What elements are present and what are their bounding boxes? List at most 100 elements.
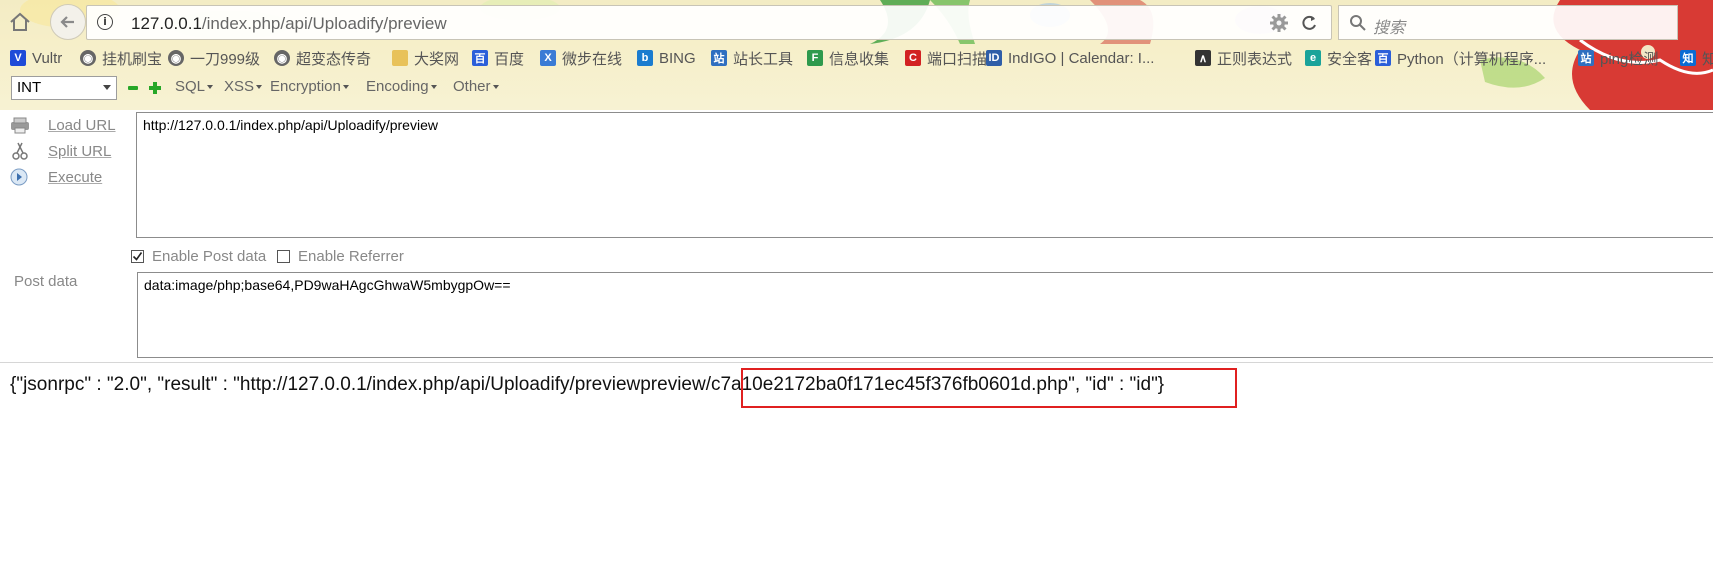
bookmark-item[interactable]: b BING	[637, 46, 696, 70]
caret-icon	[342, 85, 349, 90]
bing-icon: b	[637, 50, 653, 66]
bookmark-item[interactable]: 站站长工具	[711, 46, 793, 70]
divider	[0, 362, 1713, 363]
f-icon: F	[807, 50, 823, 66]
bookmark-label: 知	[1702, 50, 1713, 68]
enable-post-checkbox[interactable]: Enable Post data	[131, 248, 266, 265]
caret-icon	[492, 85, 499, 90]
url-host: 127.0.0.1	[131, 14, 202, 33]
baidu-icon: 百	[1375, 50, 1391, 66]
minus-icon[interactable]	[128, 86, 138, 90]
globe-icon: ◉	[80, 50, 96, 66]
checkbox-box[interactable]	[277, 250, 290, 263]
search-icon	[1350, 15, 1366, 31]
load-url-icon	[11, 117, 29, 134]
regex-icon: ∧	[1195, 50, 1211, 66]
chinaz-icon: 站	[711, 50, 727, 66]
globe-icon: ◉	[168, 50, 184, 66]
bookmark-item[interactable]: F 信息收集	[807, 46, 889, 70]
bookmark-item[interactable]: X 微步在线	[540, 46, 622, 70]
menu-xss[interactable]: XSS	[224, 78, 263, 95]
bookmark-label: Vultr	[32, 49, 63, 67]
menu-other-label: Other	[453, 78, 491, 95]
caret-icon	[256, 85, 263, 90]
bookmark-item[interactable]: 百 Python（计算机程序...	[1375, 46, 1546, 70]
split-url-label: Split URL	[48, 142, 112, 160]
bookmark-label: 超变态传奇	[296, 50, 372, 68]
bookmark-label: 微步在线	[562, 50, 623, 68]
plus-icon[interactable]	[149, 82, 161, 94]
bookmark-label: 一刀999级	[190, 50, 261, 68]
site-info-icon[interactable]: i	[97, 14, 113, 30]
bookmark-item[interactable]: ◉ 一刀999级	[168, 46, 260, 70]
chevron-down-icon	[103, 85, 111, 90]
bookmark-label: 信息收集	[829, 50, 890, 68]
chinaz-icon: 站	[1578, 50, 1594, 66]
address-bar[interactable]: i 127.0.0.1/index.php/api/Uploadify/prev…	[86, 5, 1332, 40]
split-url-button[interactable]: Split URL	[10, 140, 120, 162]
checkmark-icon	[132, 252, 143, 261]
bookmarks-toolbar: V Vultr ◉ 挂机刷宝 ◉ 一刀999级 ◉ 超变态传奇 大奖网百百度 X 微步在线 b BING…	[0, 46, 1713, 70]
zhihu-icon: 知	[1680, 50, 1696, 66]
menu-encryption[interactable]: Encryption	[270, 78, 349, 95]
bookmark-label: Python（计算机程序...	[1397, 50, 1547, 68]
baidu-icon: 百	[472, 50, 488, 66]
type-select-value: INT	[17, 79, 42, 96]
back-button[interactable]	[50, 4, 86, 40]
execute-label: Execute	[48, 168, 103, 186]
folder-icon	[392, 50, 408, 66]
bookmark-label: BING	[659, 49, 696, 67]
menu-encoding[interactable]: Encoding	[366, 78, 437, 95]
bookmark-item[interactable]: ◉ 超变态传奇	[274, 46, 371, 70]
load-url-label: Load URL	[48, 116, 116, 134]
bookmark-item[interactable]: ID IndIGO | Calendar: I...	[986, 46, 1154, 70]
bookmark-label: ping检测	[1600, 50, 1659, 68]
execute-button[interactable]: Execute	[10, 166, 120, 188]
scissors-icon	[12, 142, 28, 160]
menu-other[interactable]: Other	[453, 78, 499, 95]
bookmark-label: 大奖网	[414, 50, 460, 68]
menu-xss-label: XSS	[224, 78, 255, 95]
bookmark-label: 正则表达式	[1217, 50, 1293, 68]
navigation-bar: i 127.0.0.1/index.php/api/Uploadify/prev…	[0, 0, 1713, 44]
load-url-button[interactable]: Load URL	[10, 114, 120, 136]
checkbox-box[interactable]	[131, 250, 144, 263]
gear-icon[interactable]	[1269, 13, 1289, 33]
bookmark-label: 端口扫描	[927, 50, 988, 68]
menu-encryption-label: Encryption	[270, 78, 341, 95]
bookmark-item[interactable]: 站 ping检测	[1578, 46, 1658, 70]
caret-icon	[430, 85, 437, 90]
bookmark-item[interactable]: C 端口扫描	[905, 46, 987, 70]
bookmark-item[interactable]: ∧ 正则表达式	[1195, 46, 1292, 70]
home-icon[interactable]	[8, 11, 32, 33]
address-text[interactable]: 127.0.0.1/index.php/api/Uploadify/previe…	[131, 14, 447, 34]
bookmark-label: 安全客	[1327, 50, 1373, 68]
back-arrow-icon	[60, 16, 74, 28]
search-placeholder: 搜索	[1373, 20, 1406, 37]
caret-icon	[207, 85, 214, 90]
url-textarea[interactable]: http://127.0.0.1/index.php/api/Uploadify…	[136, 112, 1713, 238]
menu-sql[interactable]: SQL	[175, 78, 214, 95]
enable-post-label: Enable Post data	[152, 248, 267, 265]
reload-icon[interactable]	[1299, 13, 1319, 33]
globe-icon: ◉	[274, 50, 290, 66]
search-bar[interactable]: 搜索	[1338, 5, 1678, 40]
indigo-icon: ID	[986, 50, 1002, 66]
bookmark-item[interactable]: 知知	[1680, 46, 1713, 70]
enable-referrer-checkbox[interactable]: Enable Referrer	[277, 248, 404, 265]
x-icon: X	[540, 50, 556, 66]
type-select[interactable]: INT	[11, 76, 117, 100]
bookmark-item[interactable]: V Vultr	[10, 46, 62, 70]
bookmark-item[interactable]: e 安全客	[1305, 46, 1372, 70]
bookmark-item[interactable]: 大奖网	[392, 46, 459, 70]
bookmark-item[interactable]: 百百度	[472, 46, 524, 70]
bookmark-label: 百度	[494, 50, 525, 68]
bookmark-item[interactable]: ◉ 挂机刷宝	[80, 46, 162, 70]
anquanke-icon: e	[1305, 50, 1321, 66]
vultr-icon: V	[10, 50, 26, 66]
response-prefix: {"jsonrpc" : "2.0", "result" : "http://1…	[10, 374, 641, 395]
post-data-textarea[interactable]: data:image/php;base64,PD9waHAgcGhwaW5mby…	[137, 272, 1713, 358]
highlight-box	[741, 368, 1237, 408]
url-path: /index.php/api/Uploadify/preview	[201, 14, 447, 33]
c-icon: C	[905, 50, 921, 66]
